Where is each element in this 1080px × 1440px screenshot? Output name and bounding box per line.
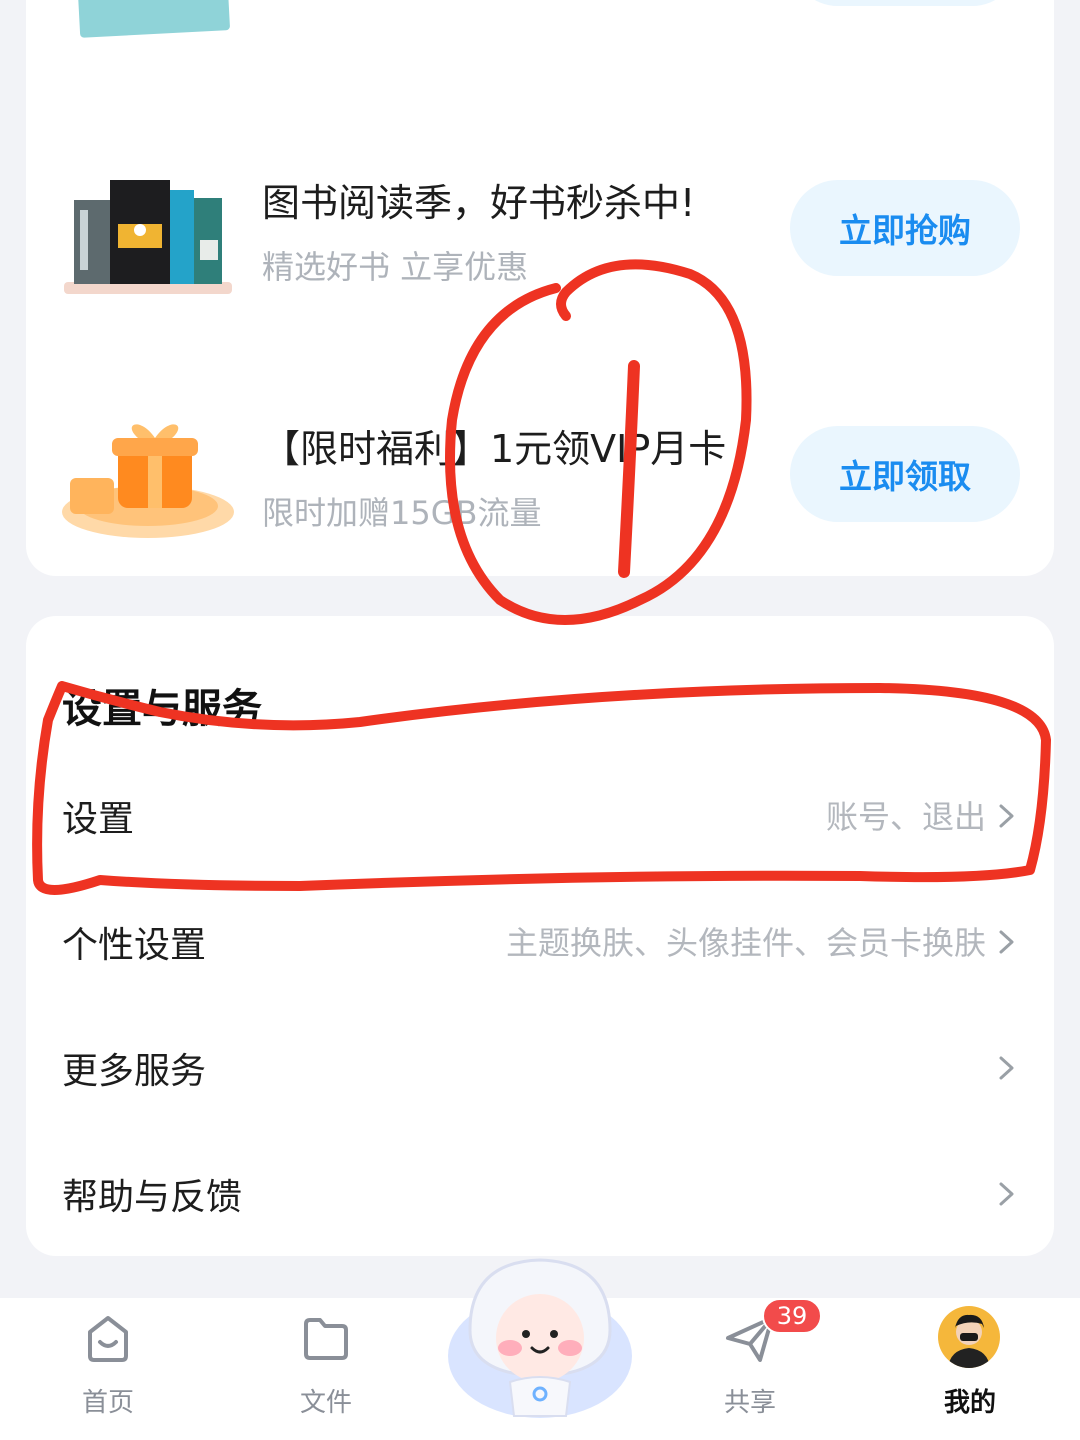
row-hint: 主题换肤、头像挂件、会员卡换肤 (505, 924, 986, 962)
books-thumbnail-icon (64, 180, 232, 294)
promo-title: 【限时福利】1元领VIP月卡 (262, 427, 727, 471)
tab-label: 我的 (943, 1388, 996, 1418)
row-label: 帮助与反馈 (62, 1177, 243, 1218)
row-hint: 账号、退出 (825, 798, 986, 836)
settings-row[interactable]: 设置 账号、退出 (26, 754, 1054, 880)
buy-now-button[interactable]: 立即抢购 (790, 180, 1020, 276)
personalization-row[interactable]: 个性设置 主题换肤、头像挂件、会员卡换肤 (26, 880, 1054, 1006)
tab-me[interactable]: 我的 (890, 1298, 1050, 1440)
promo-thumb-envelope (75, 0, 231, 38)
home-icon (88, 1316, 128, 1362)
promo-subtitle: 限时加赠15GB流量 (262, 494, 542, 532)
chevron-right-icon (999, 1056, 1014, 1080)
avatar (938, 1306, 1000, 1368)
tab-files[interactable]: 文件 (246, 1298, 406, 1440)
tab-label: 共享 (723, 1388, 776, 1418)
promo-item-vip[interactable]: 【限时福利】1元领VIP月卡 限时加赠15GB流量 立即领取 (26, 396, 1054, 576)
assistant-mascot-icon[interactable] (440, 1244, 640, 1424)
section-title: 设置与服务 (62, 686, 262, 732)
row-label: 更多服务 (62, 1051, 207, 1092)
tab-label: 首页 (81, 1388, 134, 1418)
tab-home[interactable]: 首页 (28, 1298, 188, 1440)
tab-share[interactable]: 39 共享 (670, 1298, 830, 1440)
chevron-right-icon (999, 930, 1014, 954)
row-label: 个性设置 (62, 925, 207, 966)
settings-services-card: 设置与服务 设置 账号、退出 个性设置 主题换肤、头像挂件、会员卡换肤 更多服务… (26, 616, 1054, 1256)
folder-icon (304, 1318, 348, 1360)
tab-label: 文件 (299, 1388, 352, 1418)
help-feedback-row[interactable]: 帮助与反馈 (26, 1132, 1054, 1258)
promo-subtitle: 精选好书 立享优惠 (262, 248, 529, 286)
promo-card: 图书阅读季，好书秒杀中! 精选好书 立享优惠 立即抢购 【限时福利】1元领VIP… (26, 0, 1054, 576)
claim-now-button[interactable]: 立即领取 (790, 426, 1020, 522)
row-label: 设置 (62, 799, 135, 840)
chevron-right-icon (999, 804, 1014, 828)
promo-button-partial[interactable] (790, 0, 1020, 6)
promo-title: 图书阅读季，好书秒杀中! (262, 181, 696, 225)
more-services-row[interactable]: 更多服务 (26, 1006, 1054, 1132)
gift-icon (62, 424, 234, 538)
chevron-right-icon (999, 1182, 1014, 1206)
promo-item-books[interactable]: 图书阅读季，好书秒杀中! 精选好书 立享优惠 立即抢购 (26, 150, 1054, 330)
notification-badge: 39 (762, 1298, 822, 1334)
